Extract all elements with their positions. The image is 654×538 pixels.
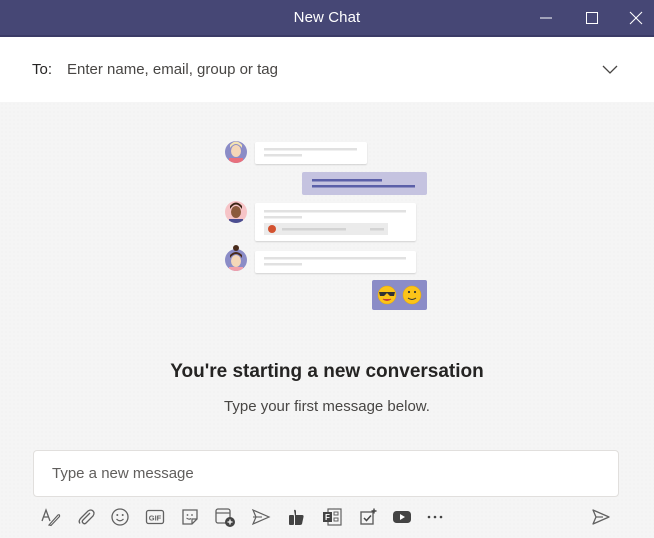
smile-emoji	[402, 285, 422, 305]
maximize-icon	[586, 11, 598, 24]
sticker-icon	[182, 509, 198, 525]
window-title: New Chat	[293, 9, 361, 26]
message-bubble-outgoing	[302, 172, 427, 195]
sticker-button[interactable]	[177, 504, 203, 530]
gif-button[interactable]: GIF	[142, 504, 168, 530]
message-bubble-3	[255, 251, 416, 273]
approvals-button[interactable]	[355, 504, 381, 530]
compose-toolbar: GIF F	[0, 502, 654, 532]
minimize-icon	[540, 17, 552, 18]
emoji-button[interactable]	[107, 504, 133, 530]
message-input[interactable]	[52, 459, 592, 487]
powerpoint-icon	[268, 225, 276, 233]
stream-icon	[251, 508, 271, 526]
approvals-icon	[360, 508, 377, 525]
emoji-bubble	[372, 280, 427, 310]
more-icon	[427, 515, 443, 519]
praise-icon	[289, 509, 304, 525]
empty-state-heading: You're starting a new conversation	[170, 361, 484, 382]
recipient-input[interactable]	[67, 54, 567, 84]
praise-button[interactable]	[283, 504, 309, 530]
message-bubble-2	[255, 203, 416, 241]
svg-text:GIF: GIF	[149, 514, 162, 523]
schedule-meeting-button[interactable]	[212, 504, 238, 530]
message-bubble-1	[255, 142, 367, 164]
youtube-icon	[393, 511, 411, 523]
avatar-blonde	[225, 141, 247, 163]
svg-text:F: F	[325, 513, 330, 522]
message-composer	[33, 450, 619, 497]
more-options-button[interactable]	[422, 504, 448, 530]
empty-state-subheading: Type your first message below.	[224, 398, 430, 415]
stream-button[interactable]	[248, 504, 274, 530]
avatar-bun	[225, 245, 247, 271]
chevron-down-icon[interactable]	[600, 62, 620, 76]
sunglasses-emoji	[377, 285, 397, 305]
close-icon	[629, 11, 643, 24]
maximize-button[interactable]	[574, 0, 610, 35]
format-icon	[41, 508, 61, 527]
minimize-button[interactable]	[528, 0, 564, 35]
forms-button[interactable]: F	[319, 504, 345, 530]
emoji-icon	[111, 508, 129, 526]
avatar-curly	[225, 201, 247, 223]
forms-icon: F	[323, 508, 342, 526]
conversation-area: You're starting a new conversation Type …	[0, 102, 654, 538]
paperclip-icon	[78, 509, 95, 525]
meeting-icon	[215, 508, 235, 527]
send-icon	[592, 509, 610, 525]
to-label: To:	[32, 61, 53, 78]
new-conversation-illustration	[225, 141, 427, 310]
send-button[interactable]	[588, 504, 614, 530]
title-bar: New Chat	[0, 0, 654, 37]
gif-icon: GIF	[145, 509, 165, 525]
recipient-bar: To:	[0, 37, 654, 102]
close-button[interactable]	[618, 0, 654, 35]
youtube-button[interactable]	[389, 504, 415, 530]
attach-button[interactable]	[73, 504, 99, 530]
format-button[interactable]	[38, 504, 64, 530]
